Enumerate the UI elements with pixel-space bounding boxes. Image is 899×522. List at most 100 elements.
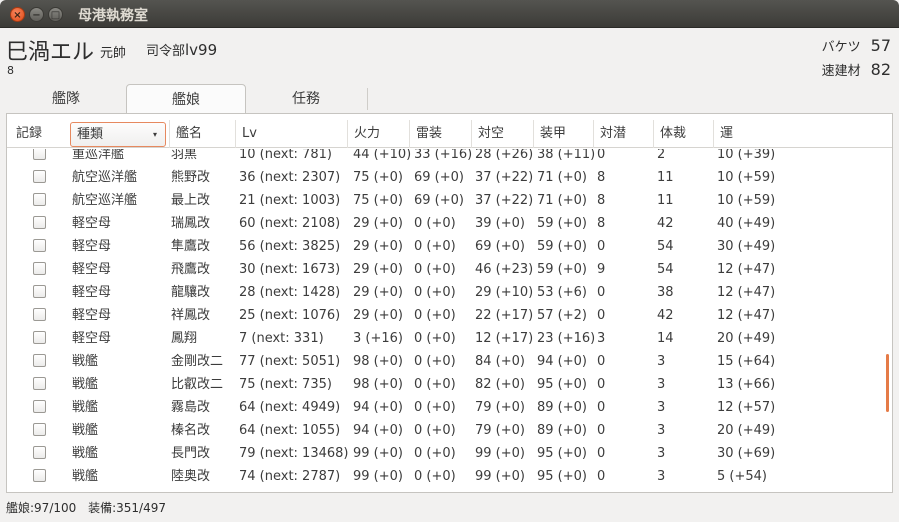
resource-bucket: バケツ 57 xyxy=(822,36,891,55)
table-row[interactable]: 軽空母 鳳翔 7 (next: 331) 3 (+16) 0 (+0) 12 (+17) 2… xyxy=(7,327,892,350)
cell-lv: 75 (next: 735) xyxy=(239,377,332,392)
ship-count: 97/100 xyxy=(34,501,77,515)
cell-firepower: 98 (+0) xyxy=(353,354,403,369)
record-checkbox[interactable] xyxy=(33,331,46,344)
record-checkbox[interactable] xyxy=(33,377,46,390)
record-checkbox[interactable] xyxy=(33,423,46,436)
cell-luck: 12 (+47) xyxy=(717,262,776,277)
cell-torpedo: 69 (+0) xyxy=(414,170,464,185)
column-armor[interactable]: 装甲 xyxy=(533,120,593,148)
cell-lv: 64 (next: 4949) xyxy=(239,400,341,415)
cell-lv: 56 (next: 3825) xyxy=(239,239,341,254)
admiral-name: 巳渦エル xyxy=(6,40,95,65)
tab-ships[interactable]: 艦娘 xyxy=(126,84,246,115)
table-row[interactable]: 航空巡洋艦 熊野改 36 (next: 2307) 75 (+0) 69 (+0) 37 … xyxy=(7,166,892,189)
table-row[interactable]: 軽空母 龍驤改 28 (next: 1428) 29 (+0) 0 (+0) 29 (+1… xyxy=(7,281,892,304)
minimize-button[interactable]: − xyxy=(29,7,44,22)
table-row[interactable]: 軽空母 隼鷹改 56 (next: 3825) 29 (+0) 0 (+0) 69 (+0… xyxy=(7,235,892,258)
table-row[interactable]: 戦艦 陸奥改 74 (next: 2787) 99 (+0) 0 (+0) 99 (+0)… xyxy=(7,465,892,488)
column-name[interactable]: 艦名 xyxy=(169,120,235,148)
cell-type: 軽空母 xyxy=(72,262,112,277)
record-checkbox[interactable] xyxy=(33,149,46,160)
cell-type: 戦艦 xyxy=(72,446,99,461)
record-checkbox[interactable] xyxy=(33,469,46,482)
cell-armor: 53 (+6) xyxy=(537,285,587,300)
cell-armor: 89 (+0) xyxy=(537,423,587,438)
column-aa[interactable]: 対空 xyxy=(471,120,533,148)
cell-aa: 39 (+0) xyxy=(475,216,525,231)
column-lv[interactable]: Lv xyxy=(235,120,347,148)
record-checkbox[interactable] xyxy=(33,308,46,321)
maximize-button[interactable]: □ xyxy=(48,7,63,22)
cell-asw: 8 xyxy=(597,170,606,185)
cell-asw: 0 xyxy=(597,239,606,254)
cell-name: 瑞鳳改 xyxy=(171,216,211,231)
resource-build-material: 速建材 82 xyxy=(822,60,891,79)
cell-asw: 0 xyxy=(597,400,606,415)
close-button[interactable]: × xyxy=(10,7,25,22)
cell-name: 金剛改二 xyxy=(171,354,224,369)
cell-name: 最上改 xyxy=(171,193,211,208)
cell-hp: 11 xyxy=(657,193,674,208)
record-checkbox[interactable] xyxy=(33,193,46,206)
table-row[interactable]: 戦艦 比叡改二 75 (next: 735) 98 (+0) 0 (+0) 82 (+0)… xyxy=(7,373,892,396)
cell-hp: 54 xyxy=(657,239,674,254)
column-firepower[interactable]: 火力 xyxy=(347,120,409,148)
column-asw[interactable]: 対潜 xyxy=(593,120,653,148)
table-row[interactable]: 重巡洋艦 羽黒 10 (next: 781) 44 (+10) 33 (+16) 28 (… xyxy=(7,149,892,166)
record-checkbox[interactable] xyxy=(33,216,46,229)
cell-name: 長門改 xyxy=(171,446,211,461)
cell-armor: 89 (+0) xyxy=(537,400,587,415)
table-row[interactable]: 軽空母 祥鳳改 25 (next: 1076) 29 (+0) 0 (+0) 22 (+1… xyxy=(7,304,892,327)
resource-label: バケツ xyxy=(821,40,861,55)
cell-asw: 0 xyxy=(597,354,606,369)
record-checkbox[interactable] xyxy=(33,262,46,275)
cell-aa: 46 (+23) xyxy=(475,262,534,277)
cell-armor: 59 (+0) xyxy=(537,216,587,231)
cell-aa: 37 (+22) xyxy=(475,170,534,185)
record-checkbox[interactable] xyxy=(33,239,46,252)
cell-armor: 95 (+0) xyxy=(537,377,587,392)
cell-name: 隼鷹改 xyxy=(171,239,211,254)
cell-aa: 37 (+22) xyxy=(475,193,534,208)
column-record[interactable]: 記録 xyxy=(10,120,70,148)
cell-torpedo: 0 (+0) xyxy=(414,285,456,300)
cell-torpedo: 69 (+0) xyxy=(414,193,464,208)
cell-type: 軽空母 xyxy=(72,308,112,323)
type-filter-dropdown[interactable]: 種類 ▾ xyxy=(70,122,166,147)
table-row[interactable]: 軽空母 瑞鳳改 60 (next: 2108) 29 (+0) 0 (+0) 39 (+0… xyxy=(7,212,892,235)
maximize-icon: □ xyxy=(50,10,61,21)
cell-firepower: 75 (+0) xyxy=(353,170,403,185)
table-row[interactable]: 航空巡洋艦 最上改 21 (next: 1003) 75 (+0) 69 (+0) 37 … xyxy=(7,189,892,212)
record-checkbox[interactable] xyxy=(33,354,46,367)
table-row[interactable]: 軽空母 飛鷹改 30 (next: 1673) 29 (+0) 0 (+0) 46 (+2… xyxy=(7,258,892,281)
record-checkbox[interactable] xyxy=(33,285,46,298)
tab-fleet[interactable]: 艦隊 xyxy=(6,84,126,114)
cell-type: 軽空母 xyxy=(72,216,112,231)
cell-hp: 11 xyxy=(657,170,674,185)
record-checkbox[interactable] xyxy=(33,400,46,413)
cell-aa: 12 (+17) xyxy=(475,331,534,346)
record-checkbox[interactable] xyxy=(33,170,46,183)
column-hp[interactable]: 体裁 xyxy=(653,120,713,148)
column-torpedo[interactable]: 雷装 xyxy=(409,120,471,148)
cell-lv: 36 (next: 2307) xyxy=(239,170,341,185)
table-row[interactable]: 戦艦 金剛改二 77 (next: 5051) 98 (+0) 0 (+0) 84 (+0… xyxy=(7,350,892,373)
column-luck[interactable]: 運 xyxy=(713,120,892,148)
table-row[interactable]: 戦艦 霧島改 64 (next: 4949) 94 (+0) 0 (+0) 79 (+0)… xyxy=(7,396,892,419)
cell-firepower: 3 (+16) xyxy=(353,331,403,346)
record-checkbox[interactable] xyxy=(33,446,46,459)
cell-aa: 28 (+26) xyxy=(475,149,534,162)
cell-asw: 0 xyxy=(597,469,606,484)
table-row[interactable]: 戦艦 長門改 79 (next: 13468) 99 (+0) 0 (+0) 99 (+0… xyxy=(7,442,892,465)
vertical-scrollbar[interactable] xyxy=(886,354,889,412)
title-bar: × − □ 母港執務室 xyxy=(0,0,899,28)
type-filter-value: 種類 xyxy=(77,127,104,142)
cell-firepower: 29 (+0) xyxy=(353,216,403,231)
tab-quests[interactable]: 任務 xyxy=(246,84,366,114)
table-row[interactable]: 戦艦 榛名改 64 (next: 1055) 94 (+0) 0 (+0) 79 (+0)… xyxy=(7,419,892,442)
cell-torpedo: 0 (+0) xyxy=(414,216,456,231)
cell-luck: 30 (+69) xyxy=(717,446,776,461)
equipment-count: 351/497 xyxy=(116,501,166,515)
cell-armor: 59 (+0) xyxy=(537,262,587,277)
